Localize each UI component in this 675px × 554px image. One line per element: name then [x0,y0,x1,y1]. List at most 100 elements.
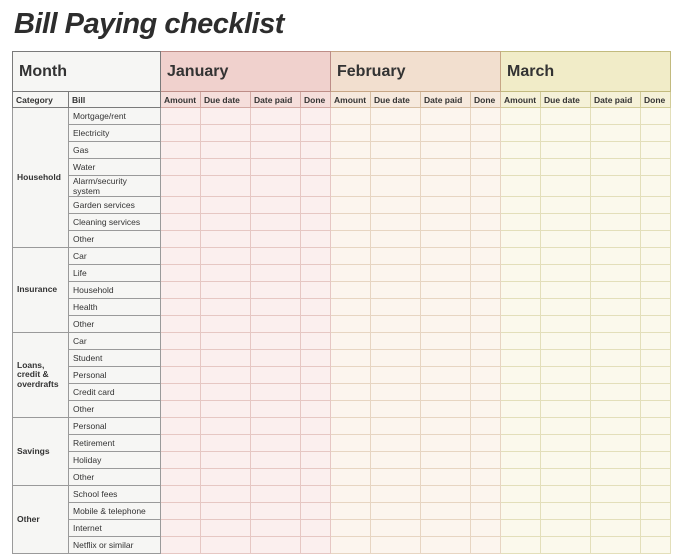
data-cell[interactable] [301,401,331,418]
data-cell[interactable] [161,469,201,486]
data-cell[interactable] [331,350,371,367]
data-cell[interactable] [471,537,501,554]
data-cell[interactable] [161,248,201,265]
data-cell[interactable] [541,142,591,159]
data-cell[interactable] [301,125,331,142]
data-cell[interactable] [541,248,591,265]
data-cell[interactable] [251,231,301,248]
data-cell[interactable] [331,299,371,316]
data-cell[interactable] [161,142,201,159]
data-cell[interactable] [371,231,421,248]
data-cell[interactable] [201,486,251,503]
data-cell[interactable] [541,418,591,435]
data-cell[interactable] [161,265,201,282]
data-cell[interactable] [501,537,541,554]
data-cell[interactable] [201,159,251,176]
data-cell[interactable] [161,108,201,125]
data-cell[interactable] [591,469,641,486]
data-cell[interactable] [371,176,421,197]
data-cell[interactable] [501,159,541,176]
data-cell[interactable] [371,469,421,486]
data-cell[interactable] [541,435,591,452]
data-cell[interactable] [251,125,301,142]
data-cell[interactable] [591,367,641,384]
data-cell[interactable] [301,384,331,401]
data-cell[interactable] [471,176,501,197]
data-cell[interactable] [251,435,301,452]
data-cell[interactable] [201,125,251,142]
data-cell[interactable] [331,197,371,214]
data-cell[interactable] [161,537,201,554]
data-cell[interactable] [501,316,541,333]
data-cell[interactable] [541,350,591,367]
data-cell[interactable] [371,384,421,401]
data-cell[interactable] [331,469,371,486]
data-cell[interactable] [371,452,421,469]
data-cell[interactable] [421,265,471,282]
data-cell[interactable] [161,486,201,503]
data-cell[interactable] [641,282,671,299]
data-cell[interactable] [501,486,541,503]
data-cell[interactable] [161,159,201,176]
data-cell[interactable] [331,248,371,265]
data-cell[interactable] [331,537,371,554]
data-cell[interactable] [421,435,471,452]
data-cell[interactable] [301,176,331,197]
data-cell[interactable] [501,350,541,367]
data-cell[interactable] [371,486,421,503]
data-cell[interactable] [201,333,251,350]
data-cell[interactable] [251,142,301,159]
data-cell[interactable] [501,231,541,248]
data-cell[interactable] [331,503,371,520]
data-cell[interactable] [421,125,471,142]
data-cell[interactable] [301,469,331,486]
data-cell[interactable] [421,452,471,469]
data-cell[interactable] [251,401,301,418]
data-cell[interactable] [331,435,371,452]
data-cell[interactable] [501,248,541,265]
data-cell[interactable] [251,333,301,350]
data-cell[interactable] [161,299,201,316]
data-cell[interactable] [301,265,331,282]
data-cell[interactable] [591,537,641,554]
data-cell[interactable] [331,520,371,537]
data-cell[interactable] [201,197,251,214]
data-cell[interactable] [371,197,421,214]
data-cell[interactable] [501,299,541,316]
data-cell[interactable] [501,401,541,418]
data-cell[interactable] [591,503,641,520]
data-cell[interactable] [641,435,671,452]
data-cell[interactable] [161,282,201,299]
data-cell[interactable] [641,520,671,537]
data-cell[interactable] [371,333,421,350]
data-cell[interactable] [161,214,201,231]
data-cell[interactable] [641,401,671,418]
data-cell[interactable] [421,367,471,384]
data-cell[interactable] [591,350,641,367]
data-cell[interactable] [501,503,541,520]
data-cell[interactable] [471,248,501,265]
data-cell[interactable] [421,537,471,554]
data-cell[interactable] [501,452,541,469]
data-cell[interactable] [471,401,501,418]
data-cell[interactable] [591,418,641,435]
data-cell[interactable] [371,282,421,299]
data-cell[interactable] [471,197,501,214]
data-cell[interactable] [251,350,301,367]
data-cell[interactable] [371,299,421,316]
data-cell[interactable] [591,486,641,503]
data-cell[interactable] [371,537,421,554]
data-cell[interactable] [471,350,501,367]
data-cell[interactable] [331,418,371,435]
data-cell[interactable] [201,282,251,299]
data-cell[interactable] [501,142,541,159]
data-cell[interactable] [331,384,371,401]
data-cell[interactable] [331,333,371,350]
data-cell[interactable] [371,418,421,435]
data-cell[interactable] [251,418,301,435]
data-cell[interactable] [541,176,591,197]
data-cell[interactable] [201,401,251,418]
data-cell[interactable] [301,299,331,316]
data-cell[interactable] [641,350,671,367]
data-cell[interactable] [421,108,471,125]
